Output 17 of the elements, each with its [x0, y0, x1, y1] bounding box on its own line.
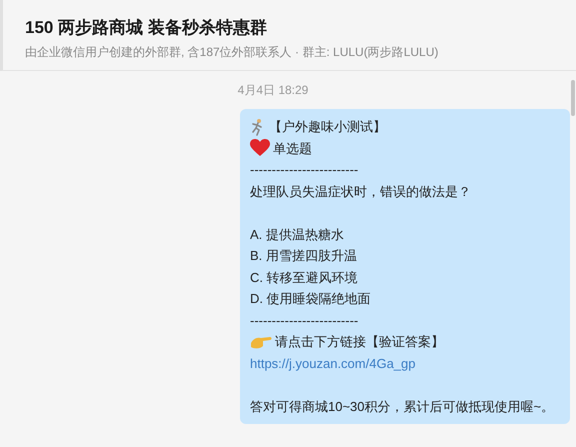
chat-title: 150 两步路商城 装备秒杀特惠群 — [25, 17, 268, 39]
message-link[interactable]: https://j.youzan.com/4Ga_gp — [250, 354, 416, 373]
group-info: 由企业微信用户创建的外部群, 含187位外部联系人 · 群主: LULU(两步路LULU) — [25, 44, 440, 60]
message-text: 处理队员失温症状时，错误的做法是？ — [250, 182, 471, 200]
message-text: 【户外趣味小测试】 — [269, 118, 386, 136]
message-text: D. 使用睡袋隔绝地面 — [250, 290, 371, 308]
message-text: 请点击下方链接【验证答案】 — [275, 333, 444, 351]
message-text: 答对可得商城10~30积分，累计后可做抵现使用喔~。 — [250, 398, 554, 416]
scrollbar[interactable] — [571, 80, 575, 116]
message-text: ------------------------- — [250, 161, 358, 179]
message-time: 4月4日 18:29 — [238, 82, 308, 99]
message-text: B. 用雪搓四肢升温 — [250, 247, 357, 265]
message-text: 单选题 — [273, 140, 312, 158]
message-text: C. 转移至避风环境 — [250, 268, 358, 286]
message-text: ------------------------- — [250, 312, 358, 330]
heart-icon — [250, 139, 270, 158]
message-text: A. 提供温热糖水 — [250, 226, 344, 244]
